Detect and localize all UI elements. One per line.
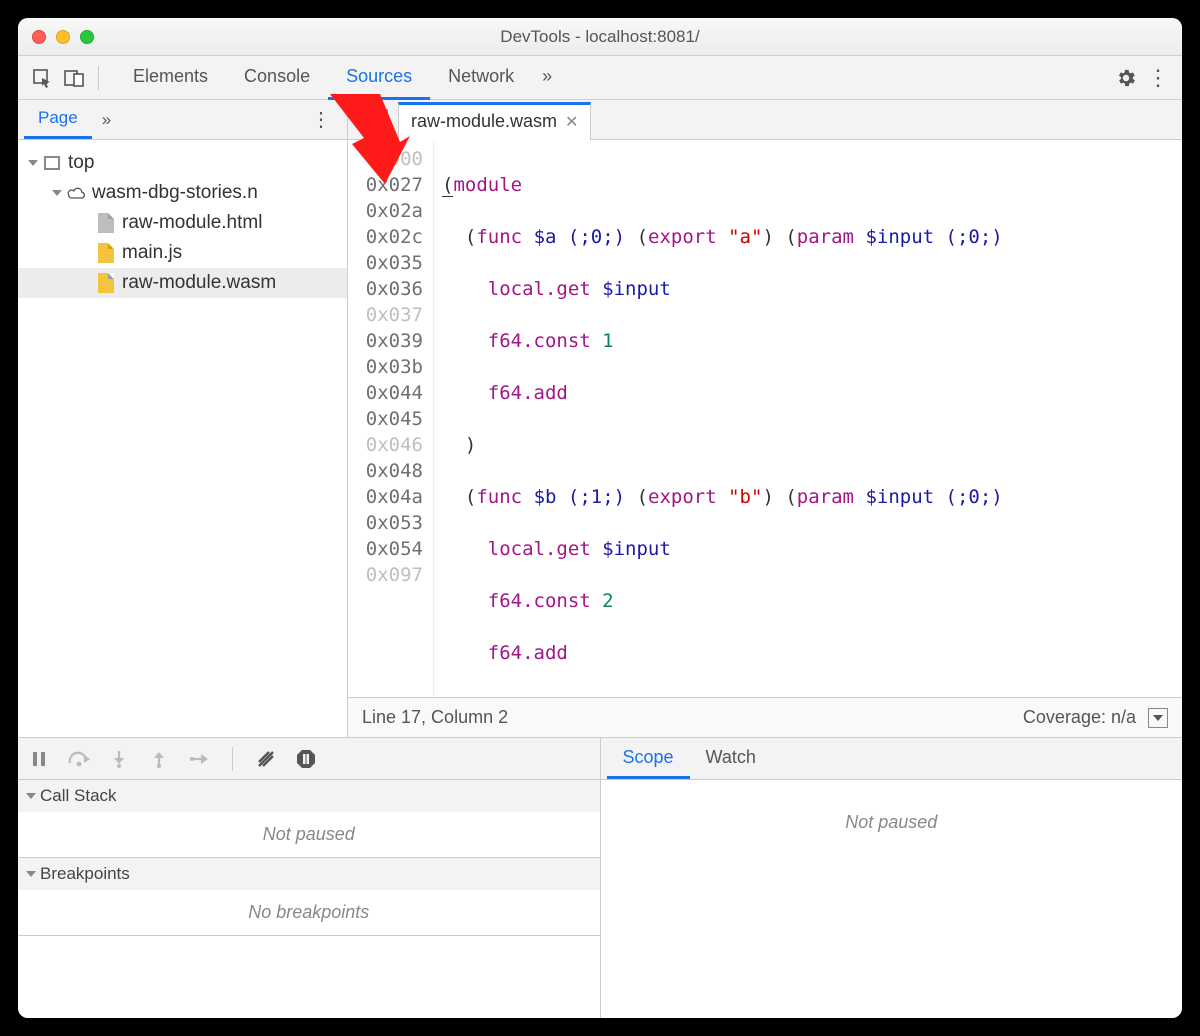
editor-tabbar: raw-module.wasm ✕ xyxy=(348,100,1182,140)
navigator-head: Page » ⋮ xyxy=(18,100,347,140)
tree-file-wasm[interactable]: raw-module.wasm xyxy=(18,268,347,298)
navigator-tab-page[interactable]: Page xyxy=(24,100,92,139)
code-content: (module (func $a (;0;) (export "a") (par… xyxy=(434,140,1182,697)
tab-network[interactable]: Network xyxy=(430,56,532,100)
gutter-addr: 0x037 xyxy=(348,302,423,328)
callstack-head[interactable]: Call Stack xyxy=(18,780,600,812)
titlebar: DevTools - localhost:8081/ xyxy=(18,18,1182,56)
frame-icon xyxy=(42,153,62,173)
deactivate-breakpoints-icon[interactable] xyxy=(253,746,279,772)
main-toolbar: Elements Console Sources Network » ⋮ xyxy=(18,56,1182,100)
disclosure-triangle-icon xyxy=(52,190,62,196)
disclosure-triangle-icon xyxy=(28,160,38,166)
main-menu-kebab-icon[interactable]: ⋮ xyxy=(1144,64,1172,92)
debug-toolbar-separator xyxy=(232,747,233,771)
source-editor: raw-module.wasm ✕ 0x000 0x027 0x02a 0x02… xyxy=(348,100,1182,737)
callstack-section: Call Stack Not paused xyxy=(18,780,600,858)
gutter-addr: 0x04a xyxy=(348,484,423,510)
coverage-status: Coverage: n/a xyxy=(1023,707,1136,728)
tree-domain[interactable]: wasm-dbg-stories.n xyxy=(18,178,347,208)
tab-watch[interactable]: Watch xyxy=(690,739,772,779)
tab-elements[interactable]: Elements xyxy=(115,56,226,100)
gutter-addr: 0x097 xyxy=(348,562,423,588)
editor-status-bar: Line 17, Column 2 Coverage: n/a xyxy=(348,697,1182,737)
tree-file-js[interactable]: main.js xyxy=(18,238,347,268)
tab-sources[interactable]: Sources xyxy=(328,56,430,100)
navigator-menu-icon[interactable]: ⋮ xyxy=(301,103,341,136)
gutter-addr: 0x054 xyxy=(348,536,423,562)
scope-empty-text: Not paused xyxy=(601,800,1183,845)
debugger-panel: Call Stack Not paused Breakpoints No bre… xyxy=(18,738,1182,1018)
breakpoints-head[interactable]: Breakpoints xyxy=(18,858,600,890)
debugger-right-tabs: Scope Watch xyxy=(601,738,1183,780)
tree-top-label: top xyxy=(68,152,94,174)
navigator-panel: Page » ⋮ top wasm-dbg-sto xyxy=(18,100,348,737)
gutter-addr: 0x044 xyxy=(348,380,423,406)
cloud-icon xyxy=(66,183,86,203)
editor-tab-label: raw-module.wasm xyxy=(411,111,557,132)
tree-file-html[interactable]: raw-module.html xyxy=(18,208,347,238)
gutter-addr: 0x045 xyxy=(348,406,423,432)
tree-file-label: raw-module.html xyxy=(122,212,262,234)
cursor-position: Line 17, Column 2 xyxy=(362,707,508,728)
debug-toolbar xyxy=(18,738,600,780)
device-toolbar-icon[interactable] xyxy=(60,64,88,92)
gutter-addr: 0x027 xyxy=(348,172,423,198)
breakpoints-section: Breakpoints No breakpoints xyxy=(18,858,600,936)
address-gutter: 0x000 0x027 0x02a 0x02c 0x035 0x036 0x03… xyxy=(348,140,434,697)
more-tabs-icon[interactable]: » xyxy=(532,56,562,100)
gutter-addr: 0x046 xyxy=(348,432,423,458)
tab-scope[interactable]: Scope xyxy=(607,739,690,779)
panel-tabs: Elements Console Sources Network » xyxy=(115,56,562,100)
toolbar-separator xyxy=(98,66,99,90)
pause-on-exceptions-icon[interactable] xyxy=(293,746,319,772)
gutter-addr: 0x02c xyxy=(348,224,423,250)
tree-top-frame[interactable]: top xyxy=(18,148,347,178)
tree-domain-label: wasm-dbg-stories.n xyxy=(92,182,258,204)
file-icon xyxy=(96,243,116,263)
step-into-icon[interactable] xyxy=(106,746,132,772)
window-title: DevTools - localhost:8081/ xyxy=(18,27,1182,47)
tree-file-label: main.js xyxy=(122,242,182,264)
gutter-addr: 0x053 xyxy=(348,510,423,536)
code-area[interactable]: 0x000 0x027 0x02a 0x02c 0x035 0x036 0x03… xyxy=(348,140,1182,697)
editor-tab-raw-module-wasm[interactable]: raw-module.wasm ✕ xyxy=(398,102,591,140)
gutter-addr: 0x035 xyxy=(348,250,423,276)
step-out-icon[interactable] xyxy=(146,746,172,772)
step-icon[interactable] xyxy=(186,746,212,772)
file-icon xyxy=(96,273,116,293)
breakpoints-empty-text: No breakpoints xyxy=(18,890,600,935)
devtools-window: DevTools - localhost:8081/ Elements Cons… xyxy=(18,18,1182,1018)
gutter-addr: 0x036 xyxy=(348,276,423,302)
close-tab-icon[interactable]: ✕ xyxy=(565,112,578,132)
debugger-left-panel: Call Stack Not paused Breakpoints No bre… xyxy=(18,738,601,1018)
toggle-navigator-icon[interactable] xyxy=(358,109,396,130)
navigator-more-tabs-icon[interactable]: » xyxy=(92,102,121,138)
inspect-element-icon[interactable] xyxy=(28,64,56,92)
tree-file-label: raw-module.wasm xyxy=(122,272,276,294)
callstack-empty-text: Not paused xyxy=(18,812,600,857)
step-over-icon[interactable] xyxy=(66,746,92,772)
debugger-right-panel: Scope Watch Not paused xyxy=(601,738,1183,1018)
file-icon xyxy=(96,213,116,233)
gutter-addr: 0x02a xyxy=(348,198,423,224)
gutter-addr: 0x000 xyxy=(348,146,423,172)
coverage-dropdown-icon[interactable] xyxy=(1148,708,1168,728)
gutter-addr: 0x048 xyxy=(348,458,423,484)
gutter-addr: 0x03b xyxy=(348,354,423,380)
tab-console[interactable]: Console xyxy=(226,56,328,100)
file-tree: top wasm-dbg-stories.n raw-module.html xyxy=(18,140,347,306)
pause-icon[interactable] xyxy=(26,746,52,772)
settings-gear-icon[interactable] xyxy=(1112,64,1140,92)
gutter-addr: 0x039 xyxy=(348,328,423,354)
